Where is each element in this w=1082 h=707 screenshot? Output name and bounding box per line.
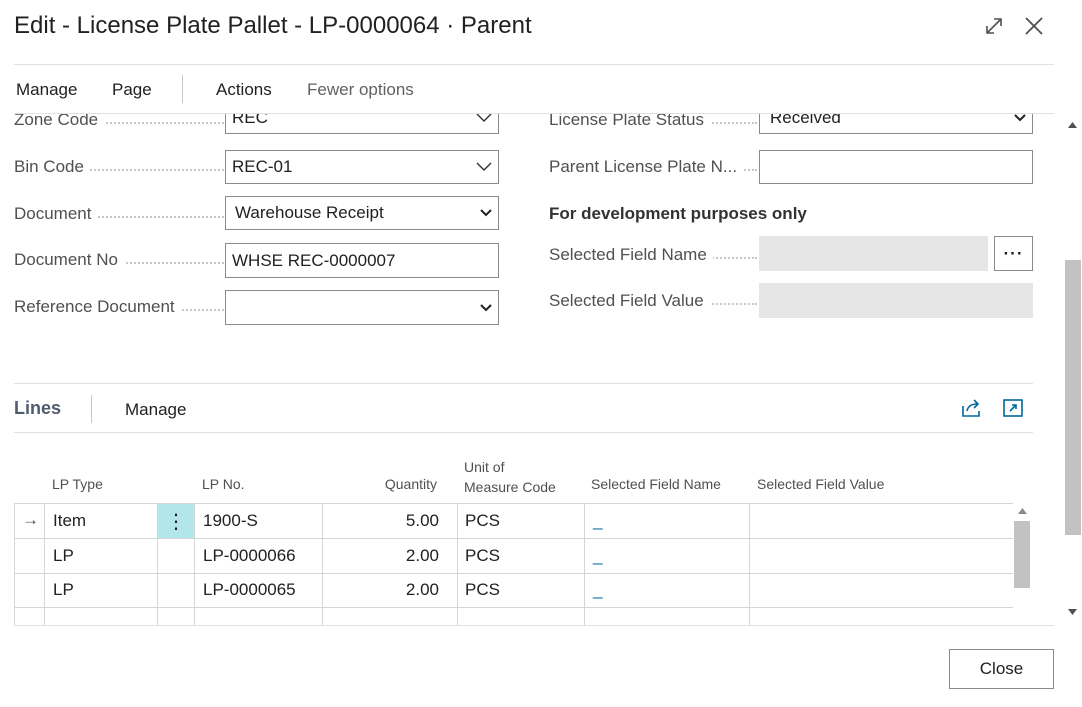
menu-divider <box>182 75 183 103</box>
license-plate-status-select[interactable]: Received <box>759 114 1033 134</box>
expand-part-icon[interactable] <box>999 394 1027 422</box>
reference-document-label: Reference Document <box>14 297 224 321</box>
lookup-button[interactable]: ··· <box>994 236 1033 271</box>
row-uom[interactable]: PCS <box>465 580 500 600</box>
dialog-title: Edit - License Plate Pallet - LP-0000064… <box>14 12 532 39</box>
chevron-down-icon <box>476 114 492 122</box>
document-no-label: Document No <box>14 250 224 274</box>
col-selected-field-value[interactable]: Selected Field Value <box>757 476 884 492</box>
col-uom-line1[interactable]: Unit of <box>464 459 504 475</box>
footer-divider <box>14 625 1054 626</box>
lines-title[interactable]: Lines <box>14 398 61 419</box>
chevron-down-icon <box>476 162 492 171</box>
license-plate-status-label: License Plate Status <box>549 114 757 134</box>
lines-header-divider <box>14 432 1033 433</box>
selected-field-name-field <box>759 236 988 271</box>
close-button[interactable]: Close <box>949 649 1054 689</box>
content-scrollbar[interactable] <box>1063 114 1082 625</box>
row-selected-field-name[interactable]: _ <box>593 580 602 600</box>
content-scrollbar-thumb[interactable] <box>1065 260 1081 535</box>
lines-grid: ⋮ → Item 1900-S 5.00 PCS _ LP LP-0000066… <box>14 503 1013 625</box>
col-selected-field-name[interactable]: Selected Field Name <box>591 476 721 492</box>
row-lp-no[interactable]: LP-0000066 <box>203 546 296 566</box>
col-quantity[interactable]: Quantity <box>340 476 437 492</box>
row-lp-type[interactable]: LP <box>53 546 74 566</box>
row-selected-field-name[interactable]: _ <box>593 511 602 531</box>
title-divider <box>14 64 1054 65</box>
row-quantity[interactable]: 2.00 <box>334 580 439 600</box>
row-selected-field-name[interactable]: _ <box>593 546 602 566</box>
scroll-up-arrow-icon[interactable] <box>1018 508 1027 514</box>
lines-top-divider <box>14 383 1033 384</box>
col-uom-line2[interactable]: Measure Code <box>464 479 556 495</box>
row-uom[interactable]: PCS <box>465 546 500 566</box>
selected-field-value-field <box>759 283 1033 318</box>
grid-scrollbar[interactable] <box>1013 504 1032 624</box>
menu-manage[interactable]: Manage <box>16 80 77 100</box>
row-quantity[interactable]: 2.00 <box>334 546 439 566</box>
col-lp-type[interactable]: LP Type <box>52 476 103 492</box>
menu-page[interactable]: Page <box>112 80 152 100</box>
row-uom[interactable]: PCS <box>465 511 500 531</box>
chevron-down-icon <box>1014 114 1026 122</box>
dev-purposes-heading: For development purposes only <box>549 204 807 223</box>
scroll-up-arrow-icon[interactable] <box>1068 122 1077 128</box>
document-no-field[interactable]: WHSE REC-0000007 <box>225 243 499 278</box>
row-actions-button[interactable]: ⋮ <box>158 504 194 538</box>
lines-manage[interactable]: Manage <box>125 400 186 420</box>
expand-icon[interactable] <box>980 12 1008 40</box>
parent-license-plate-label: Parent License Plate N... <box>549 157 757 181</box>
selected-field-name-label: Selected Field Name <box>549 245 757 269</box>
row-lp-no[interactable]: LP-0000065 <box>203 580 296 600</box>
bin-code-label: Bin Code <box>14 157 224 181</box>
chevron-down-icon <box>480 303 492 311</box>
document-label: Document <box>14 204 224 228</box>
selected-field-value-label: Selected Field Value <box>549 291 757 315</box>
parent-license-plate-field[interactable] <box>759 150 1033 184</box>
menu-fewer-options[interactable]: Fewer options <box>307 80 414 100</box>
menu-actions[interactable]: Actions <box>216 80 272 100</box>
chevron-down-icon <box>480 209 492 217</box>
zone-code-label: Zone Code <box>14 114 224 134</box>
document-select[interactable]: Warehouse Receipt <box>225 196 499 230</box>
col-lp-no[interactable]: LP No. <box>202 476 245 492</box>
row-lp-type[interactable]: LP <box>53 580 74 600</box>
content-area: Zone Code REC Bin Code REC-01 Document W… <box>0 114 1060 625</box>
reference-document-select[interactable] <box>225 290 499 325</box>
close-icon[interactable] <box>1020 12 1048 40</box>
row-lp-no[interactable]: 1900-S <box>203 511 258 531</box>
grid-scrollbar-thumb[interactable] <box>1014 521 1030 588</box>
scroll-down-arrow-icon[interactable] <box>1068 609 1077 615</box>
lines-menu-divider <box>91 395 92 423</box>
bin-code-field[interactable]: REC-01 <box>225 150 499 184</box>
row-quantity[interactable]: 5.00 <box>334 511 439 531</box>
row-arrow-icon: → <box>22 510 39 529</box>
more-icon: ··· <box>1003 243 1024 263</box>
zone-code-field[interactable]: REC <box>225 114 499 134</box>
share-icon[interactable] <box>958 394 986 422</box>
row-lp-type[interactable]: Item <box>53 511 86 531</box>
